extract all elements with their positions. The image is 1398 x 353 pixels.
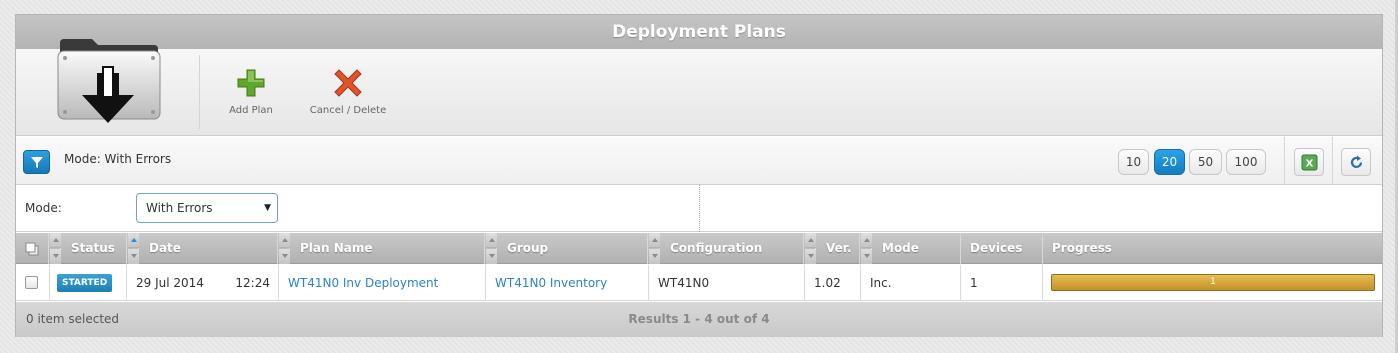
filter-bar: Mode: With Errors 10 20 50 100 X — [16, 137, 1382, 185]
filter-toggle-button[interactable] — [23, 150, 50, 174]
panel-title: Deployment Plans — [16, 15, 1382, 49]
deployment-plans-panel: Deployment Plans Add Plan Cancel / Delet… — [15, 14, 1383, 337]
add-plan-button[interactable]: Add Plan — [226, 67, 276, 116]
column-header-progress[interactable]: Progress — [1043, 233, 1382, 264]
plan-name-sort[interactable] — [279, 233, 290, 264]
select-all-header[interactable] — [16, 233, 49, 264]
select-all-icon — [25, 242, 39, 256]
time-value: 12:24 — [235, 276, 270, 290]
column-header-version[interactable]: Ver. — [817, 233, 860, 264]
column-header-configuration[interactable]: Configuration — [661, 233, 804, 264]
status-cell: STARTED — [50, 265, 127, 301]
date-value: 29 Jul 2014 — [136, 276, 204, 290]
progress-bar: 1 — [1051, 274, 1375, 291]
delete-x-icon — [334, 69, 362, 97]
date-cell: 29 Jul 2014 12:24 — [127, 265, 279, 301]
date-sort[interactable] — [128, 233, 139, 264]
plus-icon — [237, 69, 265, 97]
column-header-status[interactable]: Status — [62, 233, 127, 264]
group-cell: WT41N0 Inventory — [486, 265, 649, 301]
filterbar-divider-2 — [1332, 137, 1333, 185]
column-header-devices[interactable]: Devices — [961, 233, 1043, 264]
active-filter-summary: Mode: With Errors — [64, 152, 172, 166]
mode-select[interactable]: With Errors ▼ — [136, 193, 278, 223]
page-size-20[interactable]: 20 — [1154, 149, 1185, 175]
group-sort[interactable] — [486, 233, 497, 264]
column-header-plan-name[interactable]: Plan Name — [291, 233, 485, 264]
page-size-10[interactable]: 10 — [1118, 149, 1149, 175]
devices-value: 1 — [961, 265, 1043, 301]
page-size-100[interactable]: 100 — [1226, 149, 1266, 175]
group-link[interactable]: WT41N0 Inventory — [495, 276, 607, 290]
row-checkbox[interactable] — [25, 276, 38, 289]
column-header-date[interactable]: Date — [140, 233, 278, 264]
configuration-value: WT41N0 — [649, 265, 805, 301]
filter-form: Mode: With Errors ▼ — [16, 185, 1382, 232]
form-divider — [699, 185, 700, 232]
version-value: 1.02 — [805, 265, 861, 301]
toolbar-separator — [199, 55, 200, 129]
svg-text:X: X — [1306, 159, 1314, 170]
refresh-button[interactable] — [1341, 148, 1371, 176]
dropdown-arrow-icon: ▼ — [264, 203, 271, 213]
filterbar-divider — [1284, 137, 1285, 185]
table-row[interactable]: STARTED 29 Jul 2014 12:24 WT41N0 Inv Dep… — [16, 265, 1382, 301]
refresh-icon — [1350, 155, 1363, 169]
column-header-group[interactable]: Group — [498, 233, 648, 264]
status-sort[interactable] — [50, 233, 61, 264]
deployment-folder-icon — [57, 39, 161, 123]
configuration-sort[interactable] — [649, 233, 660, 264]
cancel-delete-label: Cancel / Delete — [309, 105, 387, 116]
mode-select-value: With Errors — [146, 201, 213, 215]
status-badge: STARTED — [57, 274, 113, 292]
plan-name-cell: WT41N0 Inv Deployment — [279, 265, 486, 301]
toolbar: Add Plan Cancel / Delete — [16, 39, 1382, 136]
table-footer: 0 item selected Results 1 - 4 out of 4 — [16, 302, 1382, 337]
results-summary: Results 1 - 4 out of 4 — [628, 312, 770, 326]
cancel-delete-button[interactable]: Cancel / Delete — [304, 67, 392, 116]
export-excel-button[interactable]: X — [1294, 148, 1324, 176]
progress-label: 1 — [1210, 277, 1216, 287]
mode-sort[interactable] — [861, 233, 872, 264]
mode-value: Inc. — [861, 265, 961, 301]
plan-name-link[interactable]: WT41N0 Inv Deployment — [288, 276, 438, 290]
column-header-mode[interactable]: Mode — [873, 233, 961, 264]
add-plan-label: Add Plan — [229, 105, 273, 116]
mode-label: Mode: — [25, 201, 62, 215]
table-header: Status Date Plan Name Group Configuratio… — [16, 233, 1382, 264]
excel-icon: X — [1301, 154, 1318, 171]
version-sort[interactable] — [805, 233, 816, 264]
filter-icon — [31, 157, 43, 168]
row-select-cell — [16, 265, 50, 301]
page-size-50[interactable]: 50 — [1189, 149, 1222, 175]
